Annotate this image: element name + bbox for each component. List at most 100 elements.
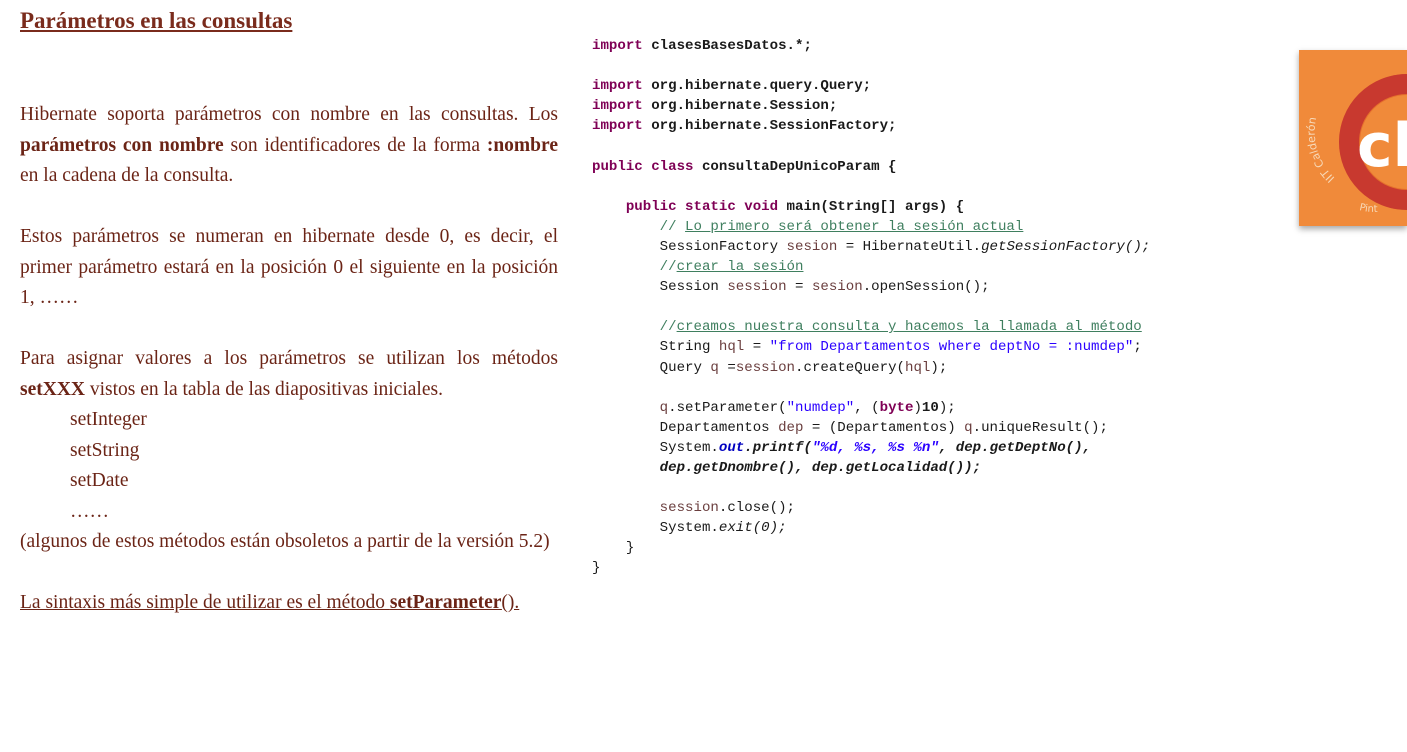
text-run: Hibernate soporta parámetros con nombre … — [20, 104, 558, 125]
variable: session — [659, 500, 719, 517]
method-list: setInteger setString setDate …… — [20, 405, 558, 527]
code-line: // Lo primero será obtener la sesión act… — [592, 217, 1150, 237]
code-line: } — [592, 558, 1150, 578]
school-logo: IIT Calderón Pint cl — [1299, 50, 1407, 226]
closing-brace: } — [625, 540, 635, 557]
code-text: ) — [913, 399, 922, 416]
keyword: public static void — [625, 198, 779, 215]
logo-arc-text-top: IIT Calderón — [1305, 116, 1337, 185]
paragraph-numbering: Estos parámetros se numeran en hibernate… — [20, 226, 558, 308]
variable: q — [659, 399, 669, 416]
keyword: import — [592, 118, 643, 135]
keyword: import — [592, 98, 643, 115]
code-text: Session — [659, 279, 728, 296]
code-text: .uniqueResult(); — [972, 419, 1108, 436]
code-line: } — [592, 538, 1150, 558]
variable: sesion — [786, 238, 838, 255]
code-line: q.setParameter("numdep", (byte)10); — [592, 398, 1150, 418]
code-text: ; — [1133, 339, 1142, 356]
code-text: Query — [659, 359, 711, 376]
bold-term: :nombre — [486, 134, 558, 156]
paragraph-setparameter: La sintaxis más simple de utilizar es el… — [20, 588, 558, 619]
code-text: , ( — [854, 399, 880, 416]
code-text: = — [786, 279, 812, 296]
code-line: String hql = "from Departamentos where d… — [592, 337, 1150, 357]
code-text: System. — [659, 439, 719, 456]
code-text: clasesBasesDatos.*; — [642, 38, 812, 54]
text-run: vistos en la tabla de las diapositivas i… — [84, 378, 443, 400]
keyword: import — [592, 38, 643, 54]
code-line: System.exit(0); — [592, 518, 1150, 538]
logo-arc-text-bottom: Pint — [1358, 202, 1378, 215]
code-text: main(String[] args) { — [778, 198, 965, 215]
text-run: son identificadores de la forma — [223, 134, 487, 156]
method-item: …… — [70, 500, 109, 522]
code-line: SessionFactory sesion = HibernateUtil.ge… — [592, 237, 1151, 257]
code-line: System.out.printf("%d, %s, %s %n", dep.g… — [592, 438, 1150, 458]
text-run: Para asignar valores a los parámetros se… — [20, 348, 558, 369]
code-text: ); — [930, 359, 948, 376]
comment: Lo primero será obtener la sesión actual — [685, 218, 1024, 235]
page-title: Parámetros en las consultas — [20, 8, 293, 33]
paragraph-named-params: Hibernate soporta parámetros con nombre … — [20, 100, 558, 192]
code-text: dep.getDeptNo(), — [955, 439, 1092, 456]
static-call: exit(0); — [718, 520, 787, 537]
variable: hql — [904, 359, 931, 376]
code-text: = — [718, 359, 736, 376]
comment: // — [659, 259, 677, 276]
code-line: import org.hibernate.query.Query; — [592, 76, 1150, 96]
string-literal: "%d, %s, %s %n" — [811, 439, 939, 456]
code-text: .printf( — [744, 439, 812, 456]
bold-term: setXXX — [20, 378, 85, 400]
keyword: public class — [592, 158, 694, 175]
logo-emblem: IIT Calderón Pint cl — [1305, 74, 1407, 215]
text-run: La sintaxis más simple de utilizar es el… — [20, 592, 390, 613]
code-text: Departamentos — [659, 419, 779, 436]
code-line: dep.getDnombre(), dep.getLocalidad()); — [592, 458, 1150, 478]
text-run: en la cadena de la consulta. — [20, 165, 234, 186]
paragraph-setxxx: Para asignar valores a los parámetros se… — [20, 344, 558, 405]
code-text: = (Departamentos) — [803, 419, 965, 436]
code-text: System. — [659, 520, 719, 537]
method-item: setString — [70, 439, 140, 461]
variable: q — [964, 419, 973, 436]
keyword: byte — [879, 399, 914, 416]
code-text: org.hibernate.SessionFactory; — [642, 118, 897, 135]
code-text: = HibernateUtil. — [837, 238, 982, 255]
comment: // — [659, 218, 686, 235]
code-line: Departamentos dep = (Departamentos) q.un… — [592, 418, 1150, 438]
code-text: ); — [938, 399, 956, 416]
code-text: .close(); — [718, 500, 796, 517]
code-line: Query q =session.createQuery(hql); — [592, 358, 1150, 378]
code-line: //crear la sesión — [592, 257, 1150, 277]
code-line: //creamos nuestra consulta y hacemos la … — [592, 317, 1150, 337]
code-text: SessionFactory — [659, 238, 787, 255]
static-field: out — [718, 439, 745, 456]
static-call: getSessionFactory(); — [981, 238, 1151, 255]
code-line: import clasesBasesDatos.*; — [592, 36, 1150, 56]
code-text: org.hibernate.Session; — [642, 98, 838, 115]
number-literal: 10 — [921, 399, 939, 416]
bold-term: setParameter — [389, 592, 502, 613]
code-text: consultaDepUnicoParam { — [693, 158, 897, 175]
variable: session — [735, 359, 796, 376]
code-line: session.close(); — [592, 498, 1150, 518]
variable: sesion — [811, 279, 863, 296]
string-literal: "from Departamentos where deptNo = :numd… — [769, 339, 1134, 356]
logo-mark: cl — [1357, 111, 1407, 181]
code-line: public static void main(String[] args) { — [592, 197, 1150, 217]
comment: crear la sesión — [676, 259, 804, 276]
variable: q — [710, 359, 719, 376]
variable: hql — [718, 339, 745, 356]
code-text: .openSession(); — [862, 279, 990, 296]
comment: creamos nuestra consulta y hacemos la ll… — [676, 319, 1142, 336]
variable: session — [727, 279, 787, 296]
explanation-text: Hibernate soporta parámetros con nombre … — [20, 100, 558, 619]
bold-term: parámetros con nombre — [20, 134, 224, 156]
closing-brace: } — [592, 560, 601, 577]
code-line: import org.hibernate.Session; — [592, 96, 1150, 116]
comment: // — [659, 319, 677, 336]
paragraph-obsolete-note: (algunos de estos métodos están obsoleto… — [20, 531, 550, 552]
code-line: import org.hibernate.SessionFactory; — [592, 116, 1150, 136]
code-text: , — [938, 439, 956, 456]
